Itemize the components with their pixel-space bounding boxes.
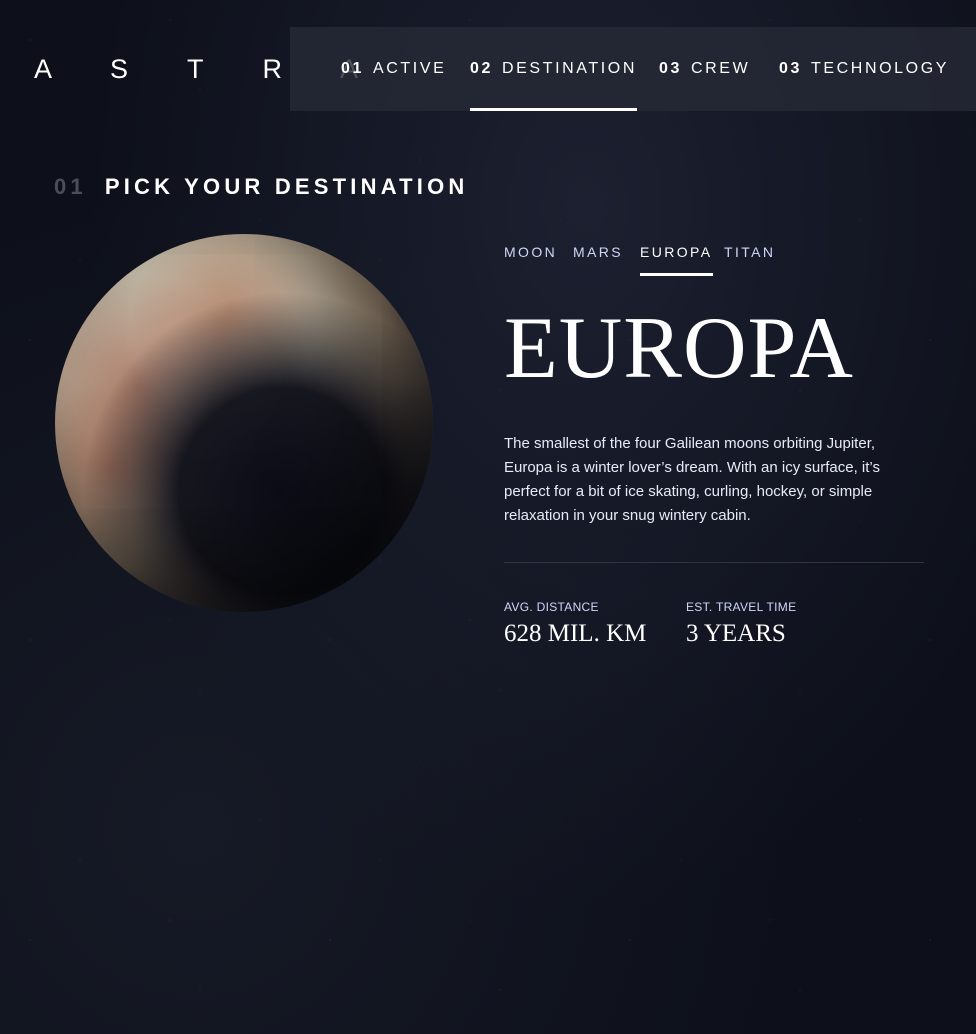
tab-mars[interactable]: MARS xyxy=(573,244,623,276)
stat-distance-value: 628 MIL. KM xyxy=(504,620,647,647)
stat-distance: AVG. DISTANCE 628 MIL. KM xyxy=(504,600,646,648)
stat-travel-time: EST. TRAVEL TIME 3 YEARS xyxy=(686,600,796,648)
destination-description: The smallest of the four Galilean moons … xyxy=(504,435,880,524)
nav-item-label: TECHNOLOGY xyxy=(811,60,950,77)
nav-item-number: 02 xyxy=(470,60,493,77)
stat-travel-time-label: EST. TRAVEL TIME xyxy=(686,600,797,614)
stat-distance-label: AVG. DISTANCE xyxy=(504,600,599,614)
tab-europa[interactable]: EUROPA xyxy=(640,244,713,276)
nav-item-number: 03 xyxy=(659,60,682,77)
nav-item-label: ACTIVE xyxy=(373,60,447,77)
europa-planet-image xyxy=(55,234,433,612)
nav-item-number: 03 xyxy=(779,60,802,77)
nav-item-label: DESTINATION xyxy=(502,60,637,77)
divider xyxy=(504,562,924,563)
nav-item-active[interactable]: 01 ACTIVE xyxy=(341,27,446,111)
nav-item-crew[interactable]: 03 CREW xyxy=(659,27,750,111)
tab-moon[interactable]: MOON xyxy=(504,244,557,276)
nav-item-technology[interactable]: 03 TECHNOLOGY xyxy=(779,27,949,111)
stat-travel-time-value: 3 YEARS xyxy=(686,620,786,647)
page-title-text: PICK YOUR DESTINATION xyxy=(104,174,469,199)
nav-item-number: 01 xyxy=(341,60,364,77)
nav-item-label: CREW xyxy=(691,60,751,77)
destination-name: EUROPA xyxy=(504,300,854,397)
nav-item-destination[interactable]: 02 DESTINATION xyxy=(470,27,637,111)
page-title: 01 PICK YOUR DESTINATION xyxy=(54,174,469,200)
page-title-number: 01 xyxy=(54,174,87,199)
tab-titan[interactable]: TITAN xyxy=(724,244,775,276)
main-navigation: 01 ACTIVE 02 DESTINATION 03 CREW 03 TECH… xyxy=(290,27,976,111)
